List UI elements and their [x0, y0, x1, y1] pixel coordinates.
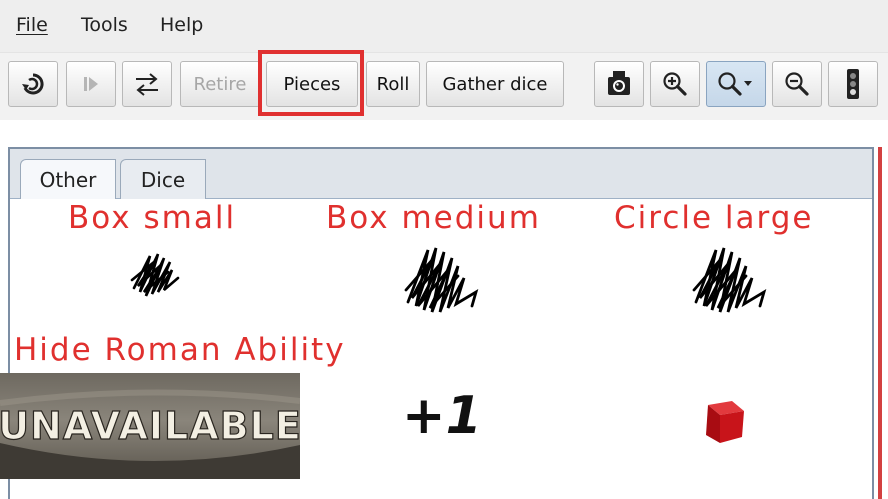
- zoom-out-icon: [785, 72, 809, 96]
- pieces-highlight-box: [258, 50, 364, 116]
- zoom-in-icon: [663, 72, 687, 96]
- roll-label: Roll: [376, 73, 410, 95]
- red-cube-piece[interactable]: [698, 397, 748, 447]
- tab-dice-label: Dice: [140, 167, 186, 192]
- swap-arrows-icon: [136, 73, 158, 96]
- undo-button[interactable]: [8, 61, 58, 107]
- menu-help[interactable]: Help: [160, 14, 203, 36]
- box-medium-label: Box medium: [326, 200, 541, 236]
- toolbar: Retire Pieces Roll Gather dice: [0, 52, 888, 120]
- step-forward-button[interactable]: [66, 61, 116, 107]
- menu-file[interactable]: File: [16, 14, 48, 36]
- undo-icon: [22, 73, 44, 95]
- step-forward-icon: [84, 77, 98, 91]
- gather-dice-label: Gather dice: [442, 73, 548, 95]
- gather-dice-button[interactable]: Gather dice: [426, 61, 564, 107]
- traffic-light-icon: [847, 69, 859, 99]
- plus-one-piece[interactable]: +1: [402, 386, 482, 446]
- traffic-light-button[interactable]: [828, 61, 878, 107]
- zoom-menu-button[interactable]: [706, 61, 766, 107]
- screenshot-button[interactable]: [594, 61, 644, 107]
- menu-help-label: Help: [160, 14, 204, 36]
- retire-label: Retire: [193, 73, 247, 95]
- unavailable-banner-piece[interactable]: UNAVAILABLE: [0, 373, 300, 479]
- menu-bar: File Tools Help: [0, 0, 888, 52]
- box-small-piece[interactable]: [128, 248, 184, 300]
- right-edge-marker: [878, 147, 888, 499]
- camera-icon: [608, 71, 630, 95]
- menu-tools-label: Tools: [81, 14, 128, 36]
- tab-dice[interactable]: Dice: [120, 159, 206, 199]
- tab-other[interactable]: Other: [20, 159, 116, 199]
- menu-tools[interactable]: Tools: [81, 14, 128, 36]
- zoom-out-button[interactable]: [772, 61, 822, 107]
- box-small-label: Box small: [68, 200, 237, 236]
- swap-button[interactable]: [122, 61, 172, 107]
- roll-button[interactable]: Roll: [366, 61, 420, 107]
- unavailable-text: UNAVAILABLE: [0, 404, 300, 448]
- hide-roman-ability-label: Hide Roman Ability: [14, 332, 346, 368]
- circle-large-label: Circle large: [614, 200, 814, 236]
- circle-large-piece[interactable]: [690, 242, 774, 316]
- retire-button[interactable]: Retire: [180, 61, 260, 107]
- menu-file-label: File: [16, 14, 48, 36]
- zoom-menu-icon: [718, 72, 752, 96]
- zoom-in-button[interactable]: [650, 61, 700, 107]
- box-medium-piece[interactable]: [402, 242, 486, 316]
- tab-strip: Other Dice: [10, 149, 872, 199]
- tab-other-label: Other: [39, 167, 97, 192]
